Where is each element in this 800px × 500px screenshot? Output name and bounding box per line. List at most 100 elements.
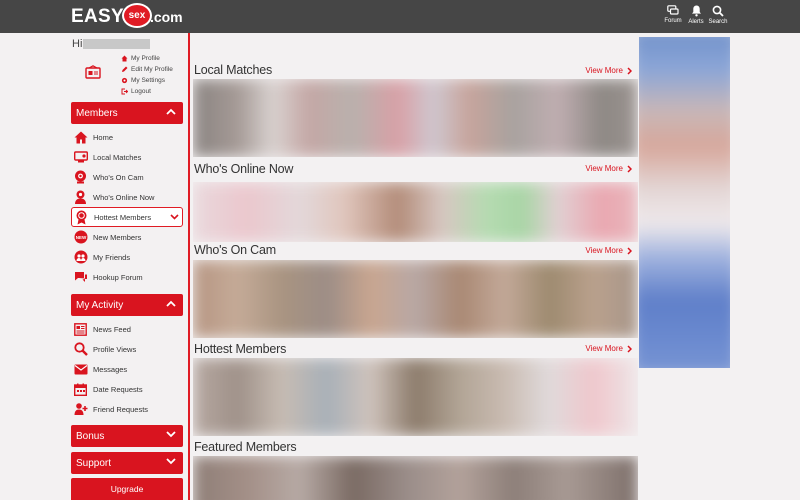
sidebar-item-label: Hottest Members <box>94 212 152 222</box>
search-nav-button[interactable]: Search <box>706 5 730 25</box>
news-icon <box>73 322 88 337</box>
section-title-whos-online: Who's Online Now <box>194 162 294 176</box>
user-online-icon <box>73 190 88 205</box>
sidebar-item-profile-views[interactable]: Profile Views <box>71 339 183 359</box>
whos-on-cam-view-more[interactable]: View More <box>585 246 632 255</box>
logo-easy: EASY <box>71 6 124 27</box>
chevron-right-icon <box>627 246 632 255</box>
friend-request-icon <box>73 402 88 417</box>
home-icon <box>120 55 128 63</box>
alerts-nav-button[interactable]: Alerts <box>684 5 708 25</box>
ad-image-blurred <box>639 37 730 368</box>
username-blurred <box>83 39 150 49</box>
sidebar-item-label: Home <box>93 132 114 142</box>
sidebar-item-whos-online[interactable]: Who's Online Now <box>71 187 183 207</box>
bonus-section-header[interactable]: Bonus <box>71 425 183 447</box>
hottest-members-carousel[interactable] <box>193 358 638 436</box>
sidebar-item-friend-requests[interactable]: Friend Requests <box>71 399 183 419</box>
chevron-down-icon <box>166 431 176 438</box>
members-nav-list: Home Local Matches Who's On Cam Who's On… <box>71 127 183 287</box>
my-profile-link[interactable]: My Profile <box>120 53 173 64</box>
sidebar-item-label: Who's Online Now <box>93 192 155 202</box>
sidebar: Hi My Profile Edit My Profile My Setting… <box>71 33 185 500</box>
logout-link[interactable]: Logout <box>120 86 173 97</box>
local-matches-view-more[interactable]: View More <box>585 66 632 75</box>
section-title-hottest-members: Hottest Members <box>194 342 287 356</box>
whos-online-carousel[interactable] <box>193 182 638 242</box>
view-more-label: View More <box>585 66 623 75</box>
svg-text:NEW: NEW <box>75 235 86 240</box>
id-card-icon <box>85 65 101 79</box>
sidebar-item-news-feed[interactable]: News Feed <box>71 319 183 339</box>
my-activity-section-header[interactable]: My Activity <box>71 294 183 316</box>
sidebar-ad-banner[interactable] <box>639 37 730 368</box>
support-section-header[interactable]: Support <box>71 452 183 474</box>
sidebar-item-label: News Feed <box>93 324 131 334</box>
upgrade-button[interactable]: Upgrade <box>71 478 183 500</box>
sidebar-item-local-matches[interactable]: Local Matches <box>71 147 183 167</box>
magnifier-icon <box>73 342 88 357</box>
main-content: Local Matches View More Who's Online Now… <box>193 33 638 500</box>
sidebar-item-label: Hookup Forum <box>93 272 143 282</box>
view-more-label: View More <box>585 164 623 173</box>
site-logo[interactable]: EASY sex .com <box>71 2 183 28</box>
pencil-icon <box>120 66 128 74</box>
webcam-icon <box>73 170 88 185</box>
map-icon <box>73 150 88 165</box>
my-profile-label: My Profile <box>131 55 160 62</box>
members-section-label: Members <box>76 107 118 119</box>
my-settings-link[interactable]: My Settings <box>120 75 173 86</box>
logout-icon <box>120 88 128 96</box>
members-section-header[interactable]: Members <box>71 102 183 124</box>
search-nav-label: Search <box>708 19 728 25</box>
sidebar-item-messages[interactable]: Messages <box>71 359 183 379</box>
home-icon <box>73 130 88 145</box>
sidebar-item-label: Date Requests <box>93 384 143 394</box>
whos-on-cam-carousel[interactable] <box>193 260 638 338</box>
sidebar-item-hottest-members[interactable]: Hottest Members <box>71 207 183 227</box>
sidebar-item-label: Who's On Cam <box>93 172 144 182</box>
featured-members-carousel[interactable] <box>193 456 638 500</box>
calendar-icon <box>73 382 88 397</box>
logo-sex-ball: sex <box>121 2 152 28</box>
chat-icon <box>667 5 679 15</box>
sidebar-item-label: Profile Views <box>93 344 137 354</box>
forum-nav-button[interactable]: Forum <box>661 5 685 24</box>
sidebar-item-hookup-forum[interactable]: Hookup Forum <box>71 267 183 287</box>
new-badge-icon: NEW <box>73 230 88 245</box>
chevron-down-icon <box>170 214 179 220</box>
sidebar-item-new-members[interactable]: NEW New Members <box>71 227 183 247</box>
sidebar-item-label: Friend Requests <box>93 404 149 414</box>
my-activity-section-label: My Activity <box>76 299 124 311</box>
bonus-section-label: Bonus <box>76 430 105 442</box>
sidebar-item-label: Local Matches <box>93 152 142 162</box>
logo-dotcom: .com <box>149 9 183 25</box>
profile-links: My Profile Edit My Profile My Settings L… <box>120 53 173 97</box>
section-title-featured-members: Featured Members <box>194 440 297 454</box>
chevron-right-icon <box>627 164 632 173</box>
sidebar-item-my-friends[interactable]: My Friends <box>71 247 183 267</box>
chevron-right-icon <box>627 66 632 75</box>
section-title-local-matches: Local Matches <box>194 63 272 77</box>
forum-icon <box>73 270 88 285</box>
edit-profile-label: Edit My Profile <box>131 66 173 73</box>
friends-icon <box>73 250 88 265</box>
search-icon <box>712 5 724 17</box>
whos-online-view-more[interactable]: View More <box>585 164 632 173</box>
sidebar-item-home[interactable]: Home <box>71 127 183 147</box>
sidebar-item-label: New Members <box>93 232 142 242</box>
sidebar-item-label: My Friends <box>93 252 131 262</box>
local-matches-carousel[interactable] <box>193 79 638 157</box>
sidebar-item-date-requests[interactable]: Date Requests <box>71 379 183 399</box>
gear-icon <box>120 77 128 85</box>
sidebar-divider <box>188 33 190 500</box>
edit-profile-link[interactable]: Edit My Profile <box>120 64 173 75</box>
profile-card-icon[interactable] <box>85 65 101 84</box>
greeting: Hi <box>72 38 83 50</box>
hottest-members-view-more[interactable]: View More <box>585 344 632 353</box>
top-bar: EASY sex .com Forum Alerts Search <box>0 0 800 33</box>
section-title-whos-on-cam: Who's On Cam <box>194 243 276 257</box>
chevron-up-icon <box>166 300 176 307</box>
sidebar-item-whos-on-cam[interactable]: Who's On Cam <box>71 167 183 187</box>
chevron-right-icon <box>627 344 632 353</box>
